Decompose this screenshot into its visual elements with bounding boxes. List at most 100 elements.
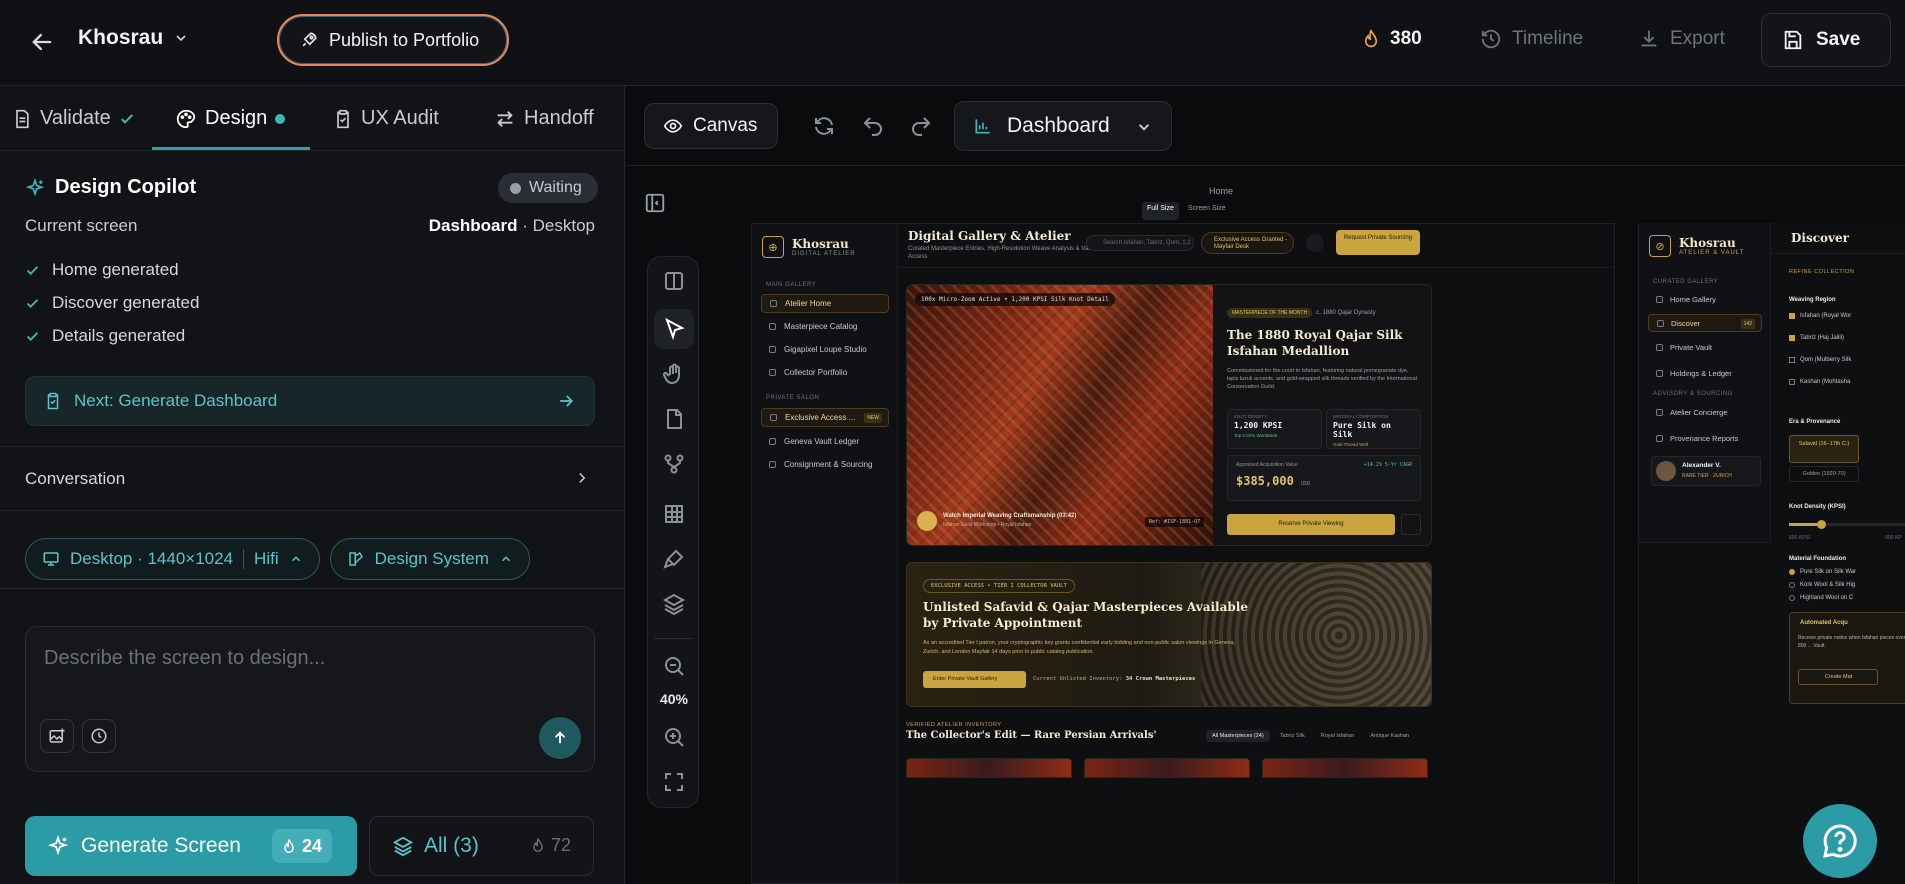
clipboard-icon bbox=[47, 392, 59, 410]
chevron-right-icon bbox=[579, 472, 586, 484]
ledger-icon bbox=[1656, 369, 1663, 377]
canvas-view-button[interactable]: Canvas bbox=[644, 103, 778, 149]
clock-icon bbox=[91, 728, 107, 744]
next-step-button[interactable]: Next: Generate Dashboard bbox=[25, 376, 595, 426]
discover-screen-preview[interactable]: ⊘ Khosrau ATELIER & VAULT CURATED GALLER… bbox=[1638, 223, 1905, 884]
back-arrow-icon[interactable] bbox=[28, 28, 56, 56]
mock-value-amount-row: $385,000 USD bbox=[1236, 474, 1412, 488]
paint-icon[interactable] bbox=[662, 547, 686, 571]
chevron-up-icon bbox=[291, 556, 300, 562]
generate-screen-button[interactable]: Generate Screen 24 bbox=[25, 816, 357, 876]
timeline-button[interactable]: Timeline bbox=[1480, 28, 1583, 50]
status-badge: Waiting bbox=[498, 173, 598, 203]
hand-icon[interactable] bbox=[662, 362, 686, 386]
pointer-icon[interactable] bbox=[662, 317, 686, 341]
home-icon bbox=[1656, 295, 1663, 303]
project-switcher[interactable]: Khosrau bbox=[78, 26, 189, 50]
carpet-image: 100x Micro-Zoom Active • 1,200 KPSI Silk… bbox=[907, 285, 1213, 545]
chip-divider bbox=[243, 549, 245, 569]
step-label: Discover generated bbox=[52, 293, 200, 312]
zoom-in-icon[interactable] bbox=[662, 725, 686, 749]
mock-hero-card: 100x Micro-Zoom Active • 1,200 KPSI Silk… bbox=[906, 284, 1432, 546]
home-screen-preview[interactable]: ⊕ Khosrau DIGITAL ATELIER MAIN GALLERY A… bbox=[751, 223, 1615, 884]
design-system-icon bbox=[348, 551, 363, 566]
mock-stat-value: Pure Silk on Silk bbox=[1333, 421, 1391, 439]
radio bbox=[1789, 582, 1795, 588]
mock-promo-desc: As an accredited Tier I patron, your cry… bbox=[923, 640, 1236, 655]
play-icon bbox=[917, 511, 937, 531]
generate-all-button[interactable]: All (3) 72 bbox=[369, 816, 594, 876]
mock2-user-card: Alexander V. RARE TIER · ZURICH bbox=[1651, 456, 1761, 486]
canvas-label: Canvas bbox=[693, 115, 758, 136]
credits-counter: 380 bbox=[1362, 28, 1422, 50]
step-label: Details generated bbox=[52, 326, 186, 345]
mock-value-unit: USD bbox=[1301, 481, 1311, 487]
divider bbox=[1771, 253, 1905, 254]
checkbox-checked bbox=[1789, 313, 1795, 319]
tab-design-label: Design bbox=[205, 107, 268, 129]
fit-screen-icon[interactable] bbox=[662, 770, 686, 794]
save-button[interactable]: Save bbox=[1761, 13, 1891, 67]
prompt-box[interactable]: Describe the screen to design... bbox=[25, 626, 595, 772]
frame-name: Home bbox=[1208, 186, 1233, 196]
tab-handoff[interactable]: Handoff bbox=[494, 86, 594, 151]
mock-nav-item: Masterpiece Catalog bbox=[761, 317, 889, 336]
eye-icon bbox=[663, 119, 683, 133]
help-chat-button[interactable] bbox=[1803, 804, 1877, 878]
tab-validate[interactable]: Validate bbox=[12, 86, 135, 151]
mock2-nav-label: Holdings & Ledger bbox=[1670, 368, 1732, 378]
checkbox-checked bbox=[1789, 335, 1795, 341]
step-item: Details generated bbox=[25, 326, 185, 346]
tab-ux-audit[interactable]: UX Audit bbox=[333, 86, 439, 151]
mock2-refine: REFINE COLLECTION bbox=[1789, 269, 1855, 275]
mock2-section-label: CURATED GALLERY bbox=[1653, 279, 1719, 285]
screen-select-value: Dashboard bbox=[1007, 114, 1110, 137]
flow-icon[interactable] bbox=[662, 452, 686, 476]
mock2-brand: Khosrau bbox=[1679, 236, 1736, 250]
attach-image-button[interactable] bbox=[40, 719, 74, 753]
conversation-toggle[interactable]: Conversation bbox=[0, 446, 625, 511]
status-text: Waiting bbox=[529, 179, 582, 196]
zoom-out-icon[interactable] bbox=[662, 654, 686, 678]
split-view-icon[interactable] bbox=[662, 269, 686, 293]
mock-nav-label: Consignment & Sourcing bbox=[784, 460, 873, 469]
bell-icon bbox=[1306, 234, 1324, 252]
refresh-icon[interactable] bbox=[812, 114, 836, 138]
publish-button[interactable]: Publish to Portfolio bbox=[277, 14, 509, 66]
send-button[interactable] bbox=[539, 717, 581, 759]
page-icon[interactable] bbox=[662, 407, 686, 431]
flame-icon bbox=[1364, 29, 1378, 48]
screen-select[interactable]: Dashboard bbox=[954, 101, 1172, 151]
export-button[interactable]: Export bbox=[1638, 28, 1725, 50]
swap-arrows-icon bbox=[497, 110, 513, 127]
checkbox bbox=[1789, 357, 1795, 363]
mock2-count-tag: 142 bbox=[1740, 319, 1755, 329]
sidebar-toggle-icon[interactable] bbox=[644, 192, 666, 214]
mock2-checkbox: Kashan (Mohtasha bbox=[1789, 379, 1850, 385]
undo-icon[interactable] bbox=[861, 114, 885, 138]
history-button[interactable] bbox=[82, 719, 116, 753]
mock-nav-item: Collector Portfolio bbox=[761, 363, 889, 382]
frame-size-full[interactable]: Full Size bbox=[1142, 202, 1179, 220]
floppy-icon bbox=[1784, 30, 1802, 50]
mock2-user-name: Alexander V. bbox=[1682, 462, 1721, 469]
mock-hero-pill: MASTERPIECE OF THE MONTH bbox=[1227, 308, 1313, 318]
mock2-checkbox-label: Qom (Mulberry Silk bbox=[1800, 357, 1852, 363]
mock2-radio: Kork Wool & Silk Hig bbox=[1789, 582, 1855, 588]
vault-icon bbox=[1656, 343, 1663, 351]
copilot-title: Design Copilot bbox=[25, 176, 196, 199]
frame-size-screen[interactable]: Screen Size bbox=[1183, 202, 1231, 220]
prompt-input[interactable]: Describe the screen to design... bbox=[44, 647, 325, 670]
mock-thumbnails bbox=[906, 758, 1428, 778]
mock2-nav-label: Atelier Concierge bbox=[1670, 407, 1728, 417]
redo-icon[interactable] bbox=[909, 114, 933, 138]
mock-inv-value: 34 Crown Masterpieces bbox=[1125, 676, 1196, 682]
grid-icon[interactable] bbox=[662, 502, 686, 526]
device-fidelity-chip[interactable]: Desktop · 1440×1024 Hifi bbox=[25, 538, 320, 580]
mock2-checkbox-label: Isfahan (Royal Wor bbox=[1800, 313, 1852, 319]
design-system-chip[interactable]: Design System bbox=[329, 538, 530, 580]
tab-design[interactable]: Design bbox=[175, 86, 286, 151]
mock2-nav-item: Private Vault bbox=[1648, 338, 1762, 356]
mock2-era-label: Era & Provenance bbox=[1789, 419, 1841, 425]
layers-icon[interactable] bbox=[662, 592, 686, 616]
